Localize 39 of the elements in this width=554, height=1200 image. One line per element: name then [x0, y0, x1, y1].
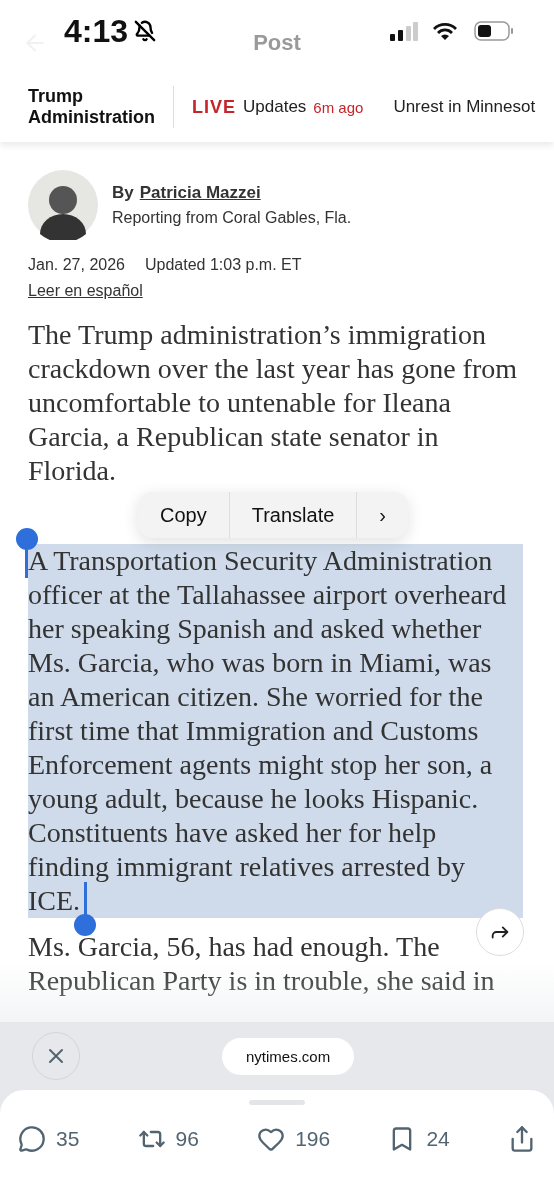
share-button[interactable]: [476, 908, 524, 956]
more-menu-item[interactable]: ›: [357, 492, 408, 538]
article-paragraph: A Transportation Security Administration officer at the Tallahassee airport overheard her speaking Spanish and asked whether Ms. Garcia, who was born in Miami, was an American citizen. She worried for the first time that Immigration and Customs Enforcement agents might stop her son, a young adult, because he looks Hispanic. Constituents have asked her for help finding immigrant relatives arrested by ICE.: [28, 544, 523, 918]
action-count: 196: [295, 1127, 331, 1151]
selection-handle[interactable]: [16, 528, 38, 550]
heart-icon: [257, 1125, 286, 1153]
like-action[interactable]: 196: [257, 1125, 331, 1153]
reply-action[interactable]: 35: [18, 1125, 80, 1153]
publish-date: Jan. 27, 2026: [28, 256, 125, 274]
article-paragraph: Ms. Garcia, 56, has had enough. The Republican Party is in trouble, she said in: [28, 930, 496, 998]
language-link[interactable]: Leer en español: [28, 282, 143, 300]
signal-icon: [390, 21, 418, 41]
action-count: 96: [175, 1127, 199, 1151]
topic-link[interactable]: Unrest in Minnesot: [393, 97, 536, 117]
byline-prefix: By: [112, 183, 134, 203]
location-text: Reporting from Coral Gables, Fla.: [112, 209, 352, 227]
selection-caret: [25, 548, 28, 578]
repost-action[interactable]: 96: [137, 1125, 199, 1153]
section-title[interactable]: Trump Administration: [28, 86, 174, 128]
menu-item[interactable]: Translate: [229, 492, 358, 538]
article-paragraph: The Trump administration’s immigration crackdown over the last year has gone from uncomfortable to untenable for Ileana Garcia, a Republican state senator in Florida.: [28, 318, 519, 488]
url-pill[interactable]: nytimes.com: [222, 1037, 355, 1075]
clock-time: 4:13: [64, 12, 129, 50]
bookmark-action[interactable]: 24: [388, 1125, 450, 1153]
battery-icon: [474, 21, 514, 41]
wifi-icon: [432, 21, 458, 41]
speech-bubble-icon: [18, 1125, 46, 1153]
menu-item[interactable]: Copy: [138, 492, 230, 538]
selection-caret: [84, 882, 87, 916]
live-label: LIVE: [192, 96, 236, 118]
author-avatar: [28, 170, 98, 240]
action-count: 35: [56, 1127, 80, 1151]
action-count: 24: [426, 1127, 450, 1151]
selection-handle[interactable]: [74, 914, 96, 936]
update-time: 6m ago: [313, 98, 364, 116]
updated-time: Updated 1:03 p.m. ET: [144, 256, 302, 274]
author-link[interactable]: Patricia Mazzei: [139, 183, 261, 203]
page-title: Post: [253, 30, 301, 56]
live-updates-link[interactable]: Updates: [243, 97, 307, 117]
